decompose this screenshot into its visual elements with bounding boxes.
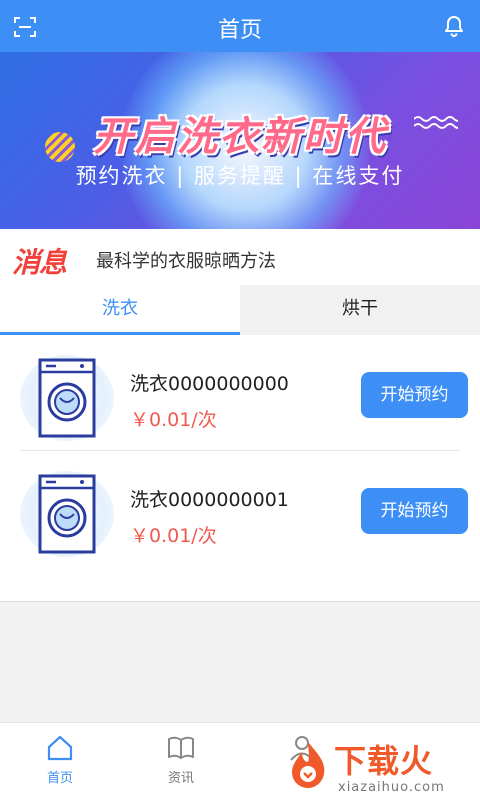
- watermark-url: xiazaihuo.com: [338, 780, 445, 795]
- flame-logo-icon: [292, 742, 325, 788]
- machine-name: 洗衣0000000001: [130, 489, 289, 511]
- category-tabs: 洗衣 烘干: [0, 285, 480, 335]
- washing-machine-icon: [20, 471, 114, 557]
- watermark-title: 下载火: [334, 742, 434, 780]
- news-headline[interactable]: 最科学的衣服晾晒方法: [96, 247, 276, 273]
- nav-home-label: 首页: [46, 771, 73, 786]
- news-tag: 消息: [12, 246, 67, 279]
- book-button[interactable]: 开始预约: [361, 372, 468, 418]
- tab-dry[interactable]: 烘干: [240, 285, 480, 335]
- page-title: 首页: [217, 18, 262, 43]
- home-icon: [47, 735, 73, 761]
- top-bar: 首页: [0, 0, 480, 52]
- nav-home[interactable]: 首页: [20, 735, 100, 786]
- promo-banner[interactable]: 开启洗衣新时代 预约洗衣 | 服务提醒 | 在线支付: [0, 52, 480, 229]
- washing-machine-icon: [20, 355, 114, 441]
- book-icon: [168, 736, 194, 759]
- watermark: 下载火 xiazaihuo.com: [274, 728, 480, 800]
- machine-name: 洗衣0000000000: [130, 373, 289, 395]
- machine-price: ￥0.01/次: [130, 525, 217, 547]
- list-item[interactable]: 洗衣0000000000 ￥0.01/次 开始预约: [0, 335, 480, 451]
- nav-info[interactable]: 资讯: [141, 735, 221, 786]
- tab-wash[interactable]: 洗衣: [0, 285, 240, 335]
- list-item[interactable]: 洗衣0000000001 ￥0.01/次 开始预约: [0, 451, 480, 567]
- book-button[interactable]: 开始预约: [361, 488, 468, 534]
- bell-icon[interactable]: [442, 14, 466, 38]
- machine-list: 洗衣0000000000 ￥0.01/次 开始预约 洗衣0000000001 ￥…: [0, 335, 480, 602]
- banner-slogan: 开启洗衣新时代: [93, 114, 387, 160]
- nav-info-label: 资讯: [167, 771, 194, 786]
- news-bar[interactable]: 消息 最科学的衣服晾晒方法: [0, 229, 480, 285]
- banner-subtitle: 预约洗衣 | 服务提醒 | 在线支付: [75, 164, 405, 188]
- machine-price: ￥0.01/次: [130, 409, 217, 431]
